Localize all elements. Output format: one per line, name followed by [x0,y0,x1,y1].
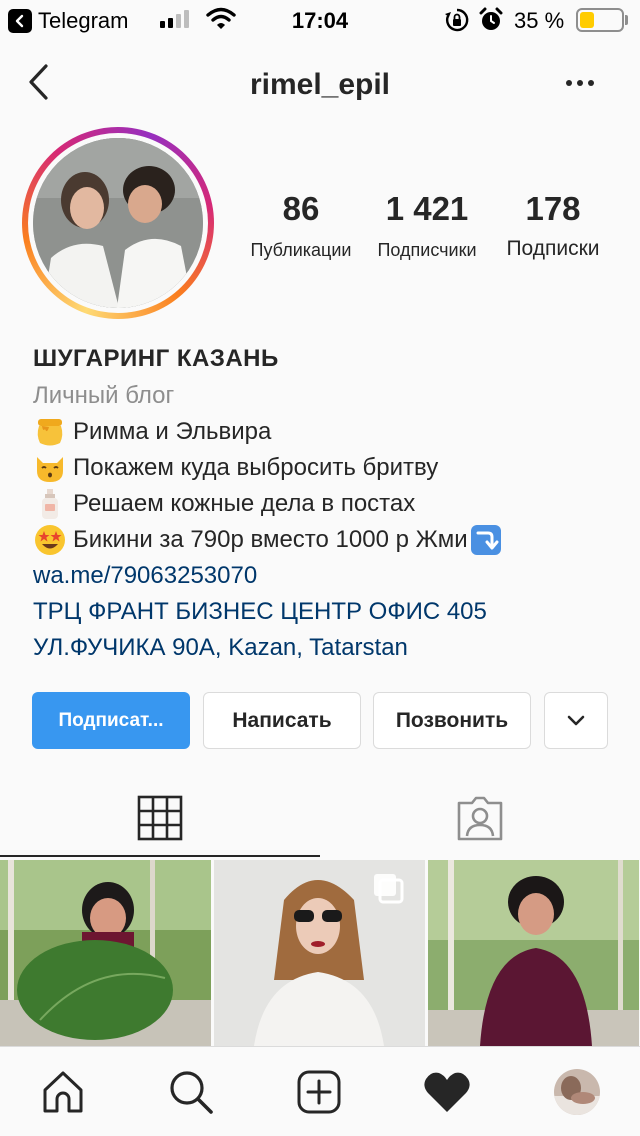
star-struck-emoji [35,525,65,555]
nav-profile[interactable] [550,1065,604,1119]
profile-avatar [33,138,203,308]
bio-website-link[interactable]: wa.me/79063253070 [33,558,633,594]
bio-line: Бикини за 790р вместо 1000 р Жми [33,522,633,558]
stat-followers[interactable]: 1 421 Подписчики [362,190,492,261]
call-button[interactable]: Позвонить [373,692,531,749]
lotion-bottle-emoji [42,489,58,519]
new-post-icon [297,1070,341,1114]
profile-username: rimel_epil [249,68,391,101]
heart-icon [424,1072,470,1112]
rotation-lock-icon [445,8,469,32]
honey-pot-emoji [37,419,63,446]
kissing-cat-emoji [37,457,63,482]
search-icon [170,1071,213,1114]
tagged-person-icon [457,796,503,841]
tab-grid[interactable] [0,780,320,856]
bio-text: Бикини за 790р вместо 1000 р Жми [73,526,468,553]
bio-text: Покажем куда выбросить бритву [73,454,439,481]
home-icon [43,1071,83,1113]
profile-avatar-story-ring[interactable] [22,127,214,319]
nav-search[interactable] [164,1065,218,1119]
stat-following-label: Подписки [506,237,600,260]
battery-percent: 35 % [514,8,565,33]
status-bar: Telegram 17:04 35 % [0,0,640,40]
profile-bio: ШУГАРИНГ КАЗАНЬ Личный блог Римма и Эльв… [33,340,633,666]
bio-line: Римма и Эльвира [33,414,633,450]
stat-posts[interactable]: 86 Публикации [236,190,366,261]
profile-avatar [554,1069,600,1115]
bio-line: Покажем куда выбросить бритву [33,450,633,486]
tab-tagged[interactable] [320,780,640,856]
stat-posts-label: Публикации [250,240,352,260]
bio-address-line[interactable]: ТРЦ ФРАНТ БИЗНЕС ЦЕНТР ОФИС 405 [33,594,633,630]
battery-icon [576,8,624,32]
arrow-down-emoji [470,525,501,555]
bottom-navigation [0,1046,640,1136]
nav-new-post[interactable] [292,1065,346,1119]
grid-icon [137,795,183,841]
stat-following[interactable]: 178 Подписки [488,190,618,261]
stat-following-value: 178 [525,190,581,227]
nav-activity[interactable] [420,1065,474,1119]
active-tab-indicator [0,855,320,857]
post-thumbnail[interactable] [214,860,425,1046]
bio-text: Римма и Эльвира [73,418,272,445]
stat-followers-label: Подписчики [377,240,477,260]
alarm-icon [479,7,503,30]
profile-header: rimel_epil [0,52,640,114]
follow-button[interactable]: Подписат... [32,692,190,749]
post-thumbnail[interactable] [0,860,211,1046]
bio-line: Решаем кожные дела в постах [33,486,633,522]
bio-text: Решаем кожные дела в постах [73,490,416,517]
profile-display-name: ШУГАРИНГ КАЗАНЬ [33,345,279,372]
bio-address-line[interactable]: УЛ.ФУЧИКА 90А, Kazan, Tatarstan [33,630,633,666]
stat-followers-value: 1 421 [385,190,469,227]
message-button[interactable]: Написать [203,692,361,749]
chevron-down-icon [567,715,585,725]
more-options-button[interactable] [544,692,608,749]
stat-posts-value: 86 [282,190,320,227]
nav-home[interactable] [36,1065,90,1119]
more-horizontal-icon[interactable] [566,80,594,86]
profile-category: Личный блог [33,382,175,409]
post-thumbnail[interactable] [428,860,639,1046]
